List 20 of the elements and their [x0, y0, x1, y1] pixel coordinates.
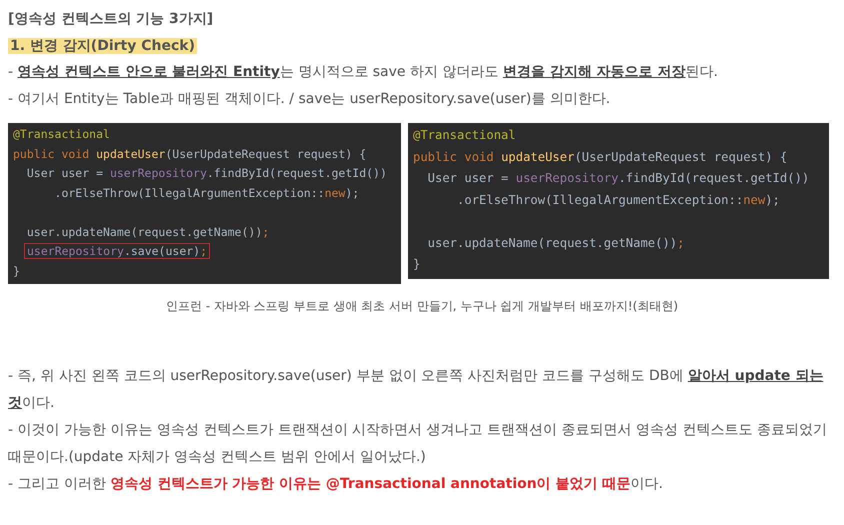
code-line: User user = userRepository.findById(request.getId()) [426, 170, 810, 186]
code-line: public void updateUser(UserUpdateRequest request) { [412, 148, 788, 164]
code-line: user.updateName(request.getName()); [426, 234, 686, 250]
section-heading: [영속성 컨텍스트의 기능 3가지] [8, 10, 214, 29]
code-line: .orElseThrow(IllegalArgumentException::new); [54, 184, 360, 200]
code-line: @Transactional [412, 127, 517, 143]
image-caption: 인프런 - 자바와 스프링 부트로 생애 최초 서버 만들기, 누구나 쉽게 개발부터 배포까지!(최태현) [166, 299, 678, 313]
highlighted-subheading: 1. 변경 감지(Dirty Check) [8, 38, 197, 54]
paragraph: - 그리고 이러한 영속성 컨텍스트가 가능한 이유는 @Transactional annotation이 붙었기 때문이다. [8, 475, 664, 494]
code-line: } [12, 262, 21, 278]
code-line: user.updateName(request.getName()); [26, 224, 270, 240]
code-line: @Transactional [12, 126, 111, 142]
paragraph: - 즉, 위 사진 왼쪽 코드의 userRepository.save(user) 부분 없이 오른쪽 사진처럼만 코드를 구성해도 DB에 알아서 update 되는 것이다. [8, 367, 824, 413]
code-line: } [412, 256, 422, 272]
paragraph: - 여기서 Entity는 Table과 매핑된 객체이다. / save는 userRepository.save(user)를 의미한다. [8, 90, 612, 109]
code-line: User user = userRepository.findById(request.getId()) [26, 165, 388, 181]
code-line: public void updateUser(UserUpdateRequest request) { [12, 146, 368, 162]
paragraph: - 이것이 가능한 이유는 영속성 컨텍스트가 트랜잭션이 시작하면서 생겨나고 트랜잭션이 종료되면서 영속성 컨텍스트도 종료되었기 때문이다.(update 자체가 영속성 컨텍스트 범위 안에서 일어났다.) [8, 421, 828, 467]
paragraph: - 영속성 컨텍스트 안으로 불러와진 Entity는 명시적으로 save 하지 않더라도 변경을 감지해 자동으로 저장된다. [8, 63, 719, 82]
code-line: .orElseThrow(IllegalArgumentException::new); [456, 192, 781, 208]
